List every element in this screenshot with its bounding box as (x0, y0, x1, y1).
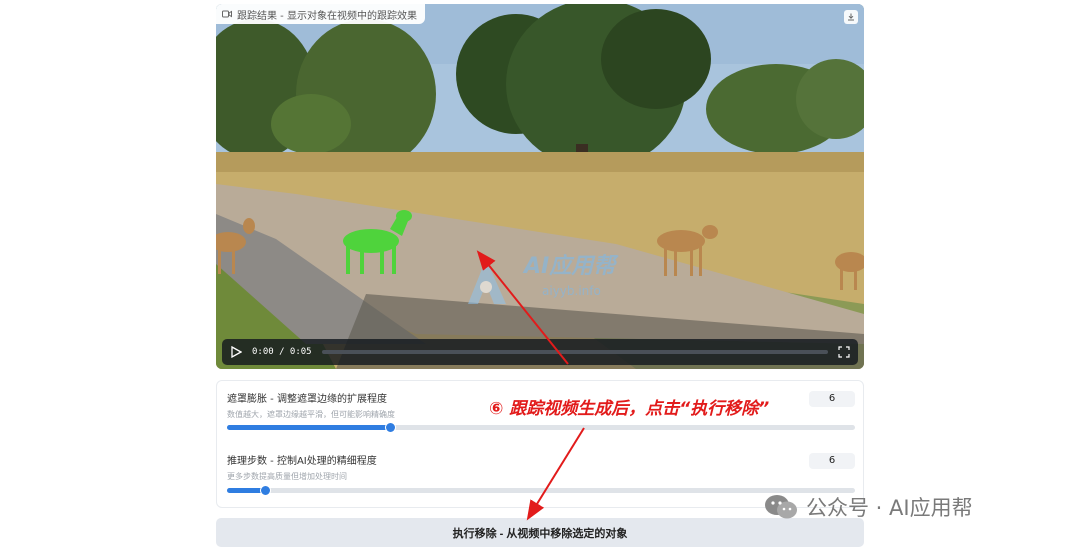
video-controls: 0:00 / 0:05 (222, 339, 858, 365)
download-button[interactable] (844, 10, 858, 24)
video-player[interactable]: AI应用帮 aiyyb.info 跟踪结果 - 显示对象在视频中的跟踪效果 0:… (216, 4, 864, 369)
inference-steps-setting: 推理步数 - 控制AI处理的精细程度 更多步数提高质量但增加处理时间 6 (227, 452, 855, 500)
mask-dilation-input[interactable]: 6 (809, 391, 855, 407)
camera-icon (222, 10, 232, 18)
setting-title: 推理步数 - 控制AI处理的精细程度 (227, 456, 377, 467)
watermark-site-text: AI应用帮 (524, 254, 616, 279)
play-icon[interactable] (230, 346, 242, 358)
slider-thumb[interactable] (385, 422, 397, 433)
video-frame (216, 4, 864, 369)
watermark-url-text: aiyyb.info (542, 284, 601, 298)
wechat-account-text: 公众号 · AI应用帮 (806, 496, 973, 520)
video-label: 跟踪结果 - 显示对象在视频中的跟踪效果 (216, 4, 425, 24)
setting-description: 更多步数提高质量但增加处理时间 (227, 472, 347, 481)
download-icon (848, 13, 854, 21)
video-time: 0:00 / 0:05 (252, 347, 312, 357)
wechat-watermark: 公众号 · AI应用帮 (764, 492, 973, 522)
inference-steps-input[interactable]: 6 (809, 453, 855, 469)
video-label-text: 跟踪结果 - 显示对象在视频中的跟踪效果 (237, 10, 417, 22)
video-progress-bar[interactable] (321, 350, 828, 354)
slider-thumb[interactable] (259, 485, 271, 496)
fullscreen-icon[interactable] (838, 346, 850, 358)
wechat-icon (765, 495, 797, 519)
execute-remove-button[interactable]: 执行移除 - 从视频中移除选定的对象 (216, 518, 864, 547)
annotation-text: ⑥ 跟踪视频生成后，点击“执行移除” (489, 399, 770, 419)
inference-steps-slider[interactable] (227, 485, 855, 496)
mask-dilation-slider[interactable] (227, 422, 855, 433)
slider-fill (227, 425, 391, 430)
